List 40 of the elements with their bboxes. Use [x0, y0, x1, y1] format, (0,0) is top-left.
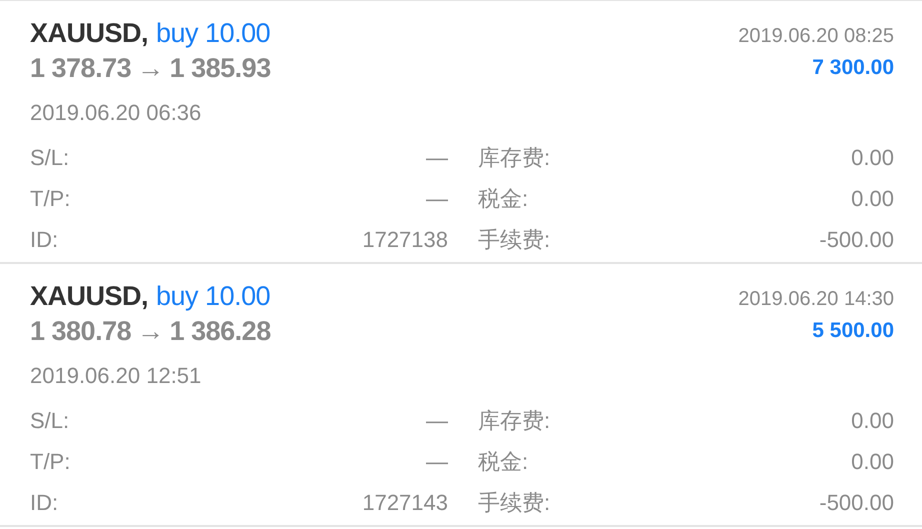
field-label: 税金: [478, 448, 528, 476]
close-price: 1 386.28 [170, 314, 271, 348]
field-label: 手续费: [478, 226, 550, 254]
field-value: -500.00 [819, 489, 894, 517]
field-value: -500.00 [819, 226, 894, 254]
profit: 5 500.00 [812, 318, 894, 344]
field-label: T/P: [30, 185, 70, 213]
open-time: 2019.06.20 12:51 [30, 362, 202, 390]
field-value: 1727138 [362, 226, 448, 254]
field-label: S/L: [30, 407, 70, 435]
field-value: — [426, 144, 448, 172]
close-price: 1 385.93 [170, 52, 271, 85]
field-label: 库存费: [478, 407, 550, 435]
field-label: 库存费: [478, 144, 550, 172]
field-value: — [426, 185, 448, 213]
field-label: ID: [30, 226, 58, 254]
field-value: 0.00 [851, 448, 894, 476]
close-time: 2019.06.20 08:25 [738, 24, 894, 49]
profit: 7 300.00 [812, 55, 894, 82]
open-time: 2019.06.20 06:36 [30, 99, 202, 127]
trade-side: buy 10.00 [156, 280, 270, 313]
field-value: 0.00 [851, 185, 894, 213]
field-value: 0.00 [851, 407, 894, 435]
field-label: T/P: [30, 448, 70, 476]
open-price: 1 380.78 [30, 314, 132, 348]
field-label: 税金: [478, 185, 528, 213]
field-value: 1727143 [362, 489, 448, 517]
symbol: XAUUSD, [30, 17, 148, 50]
symbol: XAUUSD, [30, 280, 148, 313]
trade-side: buy 10.00 [156, 17, 270, 50]
field-label: S/L: [30, 144, 70, 172]
field-value: 0.00 [851, 144, 894, 172]
arrow-icon: → [137, 310, 164, 352]
open-price: 1 378.73 [30, 52, 132, 85]
field-value: — [426, 448, 448, 476]
field-label: 手续费: [478, 489, 550, 517]
field-label: ID: [30, 489, 58, 517]
arrow-icon: → [137, 48, 164, 88]
field-value: — [426, 407, 448, 435]
close-time: 2019.06.20 14:30 [738, 287, 894, 312]
